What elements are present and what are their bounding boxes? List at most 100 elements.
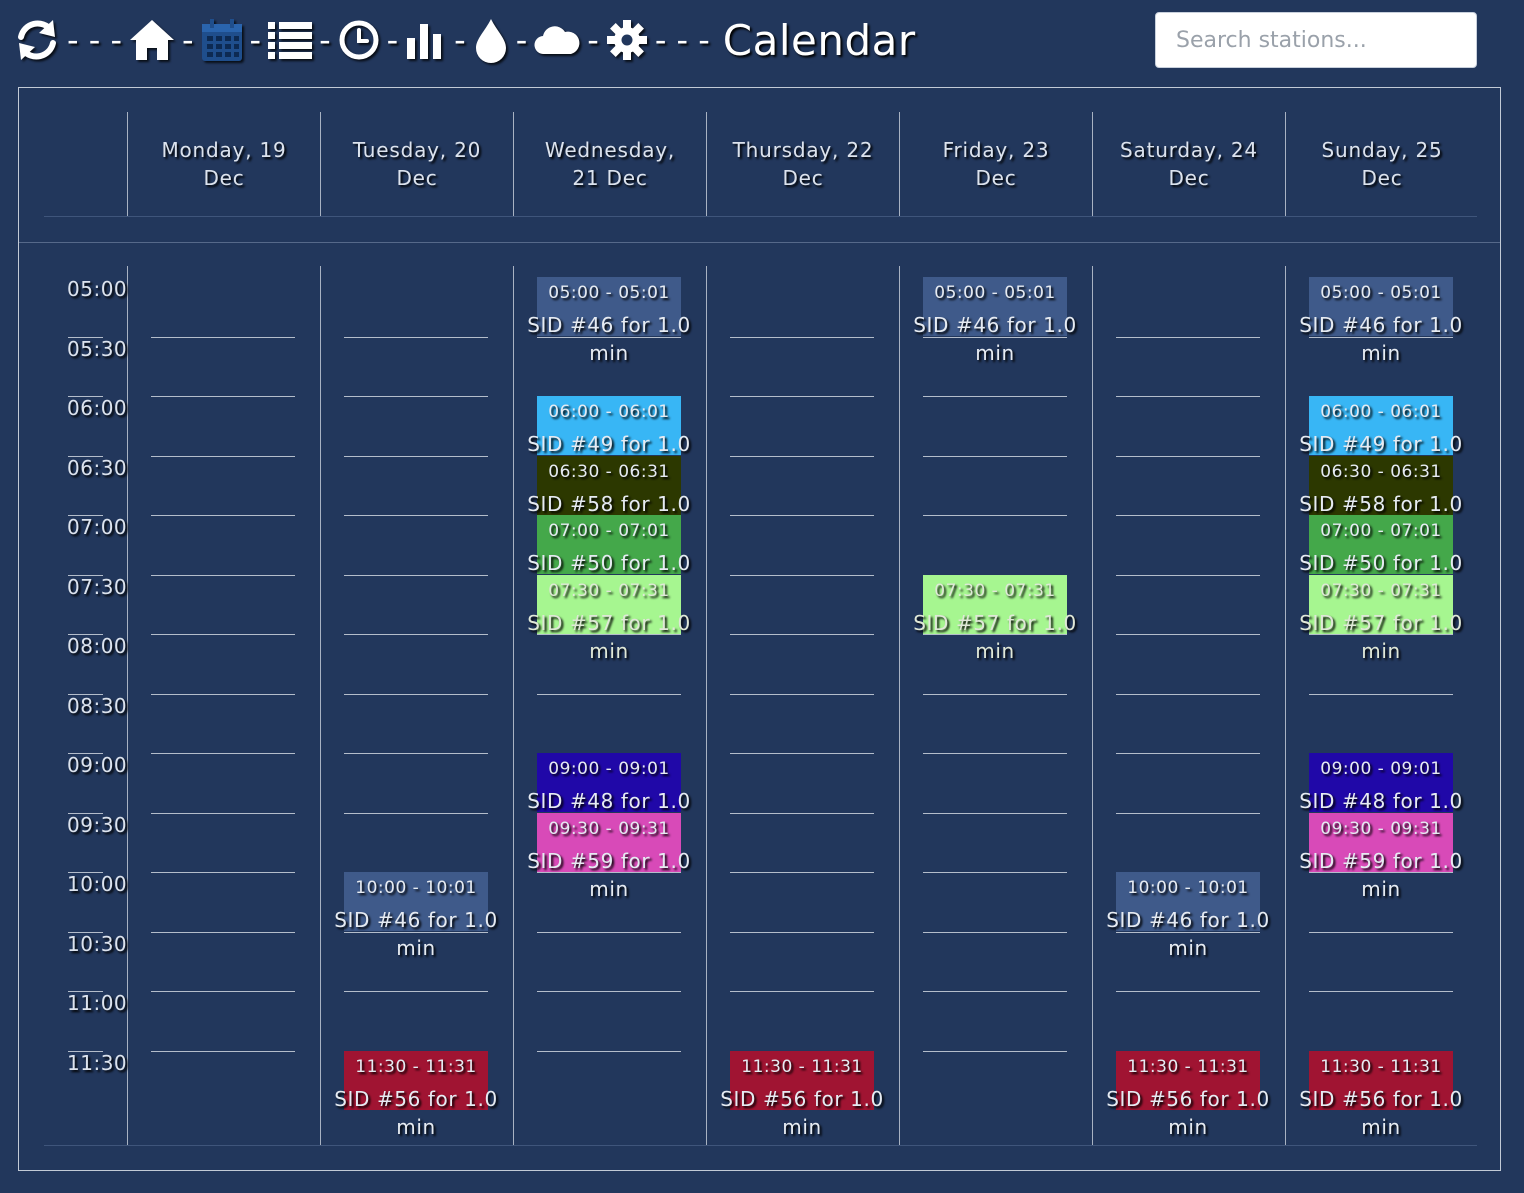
- event-time: 05:00 - 05:01: [934, 283, 1056, 303]
- time-tick: [68, 872, 103, 873]
- time-label: 10:30: [67, 931, 128, 956]
- calendar-event[interactable]: 07:30 - 07:31 SID #57 for 1.0 min: [1299, 575, 1462, 663]
- time-slot-line: [730, 456, 874, 457]
- time-grid: 05:00 05:30 06:00 06:30 07:00 07:30 08:00 08:30…: [19, 242, 1500, 1170]
- day-column-divider: [1092, 266, 1093, 1146]
- calendar-event[interactable]: 06:00 - 06:01SID #49 for 1.0 min: [527, 396, 690, 484]
- calendar-event[interactable]: 11:30 - 11:31 SID #56 for 1.0 min: [720, 1051, 883, 1139]
- time-slot-line: [923, 872, 1067, 873]
- time-label: 08:00: [67, 634, 128, 658]
- time-slot-line: [344, 337, 488, 338]
- time-slot-line: [344, 991, 488, 992]
- bar-chart-icon[interactable]: [405, 20, 447, 60]
- day-header-sat: Saturday, 24 Dec: [1092, 112, 1285, 216]
- nav-separator: -: [587, 21, 599, 59]
- gear-icon[interactable]: [606, 19, 648, 61]
- calendar-event[interactable]: 09:00 - 09:01SID #48 for 1.0 min: [527, 753, 690, 841]
- clock-icon[interactable]: [338, 19, 380, 61]
- time-slot-line: [344, 753, 488, 754]
- calendar-event[interactable]: 05:00 - 05:01 SID #46 for 1.0 min: [527, 277, 690, 365]
- calendar-event[interactable]: 10:00 - 10:01 SID #46 for 1.0 min: [334, 872, 497, 960]
- time-slot-line: [537, 694, 681, 695]
- time-label: 05:00: [67, 277, 128, 301]
- calendar-event[interactable]: 09:30 - 09:31 SID #59 for 1.0 min: [527, 813, 690, 901]
- time-slot-line: [151, 991, 295, 992]
- time-slot-line: [1309, 991, 1453, 992]
- nav-separator: -: [454, 21, 466, 59]
- time-slot-line: [1116, 515, 1260, 516]
- time-label: 10:00: [67, 872, 128, 896]
- time-label: 09:30: [67, 812, 128, 837]
- event-time: 09:30 - 09:31: [1320, 819, 1442, 839]
- time-label: 07:30: [67, 574, 128, 599]
- time-slot-line: [730, 634, 874, 635]
- home-icon[interactable]: [129, 18, 175, 62]
- calendar-header: Monday, 19 Dec Tuesday, 20 Dec Wednesday…: [19, 88, 1500, 243]
- event-title: SID #46 for 1.0 min: [913, 313, 1077, 365]
- calendar-event[interactable]: 06:30 - 06:31SID #58 for 1.0 min: [1299, 456, 1462, 544]
- event-time: 06:30 - 06:31: [548, 462, 670, 482]
- page-title: Calendar: [722, 15, 916, 65]
- time-slot-line: [730, 575, 874, 576]
- calendar-icon[interactable]: [201, 18, 243, 62]
- cloud-icon[interactable]: [534, 24, 580, 56]
- calendar-event[interactable]: 11:30 - 11:31 SID #56 for 1.0 min: [334, 1051, 497, 1139]
- day-header-wed: Wednesday, 21 Dec: [513, 112, 706, 216]
- event-time: 11:30 - 11:31: [1320, 1057, 1442, 1077]
- time-slot-line: [923, 813, 1067, 814]
- water-drop-icon[interactable]: [473, 17, 509, 63]
- nav-separator: -: [319, 21, 331, 59]
- time-slot-line: [151, 515, 295, 516]
- time-slot-line: [1116, 337, 1260, 338]
- list-icon[interactable]: [268, 20, 313, 60]
- time-slot-line: [730, 515, 874, 516]
- header-divider: [44, 216, 1477, 217]
- event-time: 11:30 - 11:31: [355, 1057, 477, 1077]
- calendar-event[interactable]: 07:30 - 07:31 SID #57 for 1.0 min: [913, 575, 1076, 663]
- time-slot-line: [344, 813, 488, 814]
- calendar-event[interactable]: 05:00 - 05:01 SID #46 for 1.0 min: [1299, 277, 1462, 365]
- time-label: 11:30: [67, 1050, 128, 1075]
- event-time: 07:30 - 07:31: [548, 581, 670, 601]
- refresh-icon[interactable]: [14, 17, 60, 63]
- top-nav: - - - - - - - - - - - - - Calendar: [14, 10, 916, 70]
- time-slot-line: [344, 396, 488, 397]
- time-tick: [68, 693, 103, 695]
- day-header-thu: Thursday, 22 Dec: [706, 112, 899, 216]
- time-slot-line: [730, 396, 874, 397]
- day-header-fri: Friday, 23 Dec: [899, 112, 1092, 216]
- time-slot-line: [151, 634, 295, 635]
- calendar-event[interactable]: 10:00 - 10:01 SID #46 for 1.0 min: [1106, 872, 1269, 960]
- day-header-label: Wednesday, 21 Dec: [544, 138, 676, 190]
- time-tick: [68, 515, 103, 516]
- calendar-event[interactable]: 09:30 - 09:31 SID #59 for 1.0 min: [1299, 813, 1462, 901]
- calendar-event[interactable]: 05:00 - 05:01 SID #46 for 1.0 min: [913, 277, 1076, 365]
- event-time: 11:30 - 11:31: [741, 1057, 863, 1077]
- calendar-event[interactable]: 07:00 - 07:01SID #50 for 1.0 min: [527, 515, 690, 603]
- event-time: 05:00 - 05:01: [548, 283, 670, 303]
- nav-separator: -: [515, 21, 528, 59]
- time-slot-line: [923, 991, 1067, 992]
- event-time: 05:00 - 05:01: [1320, 283, 1442, 303]
- day-header-tue: Tuesday, 20 Dec: [320, 112, 513, 216]
- time-tick: [68, 574, 103, 576]
- day-header-label: Friday, 23 Dec: [942, 138, 1050, 190]
- calendar-event[interactable]: 07:00 - 07:01SID #50 for 1.0 min: [1299, 515, 1462, 603]
- time-tick: [68, 455, 103, 457]
- time-slot-line: [537, 1051, 681, 1052]
- calendar-event[interactable]: 11:30 - 11:31 SID #56 for 1.0 min: [1106, 1051, 1269, 1139]
- search-input[interactable]: [1155, 12, 1477, 68]
- time-slot-line: [537, 932, 681, 933]
- time-slot-line: [151, 753, 295, 754]
- calendar-event[interactable]: 06:00 - 06:01SID #49 for 1.0 min: [1299, 396, 1462, 484]
- time-tick: [68, 931, 103, 933]
- calendar-event[interactable]: 09:00 - 09:01SID #48 for 1.0 min: [1299, 753, 1462, 841]
- calendar-event[interactable]: 06:30 - 06:31SID #58 for 1.0 min: [527, 456, 690, 544]
- nav-separator: - - -: [67, 21, 122, 59]
- time-slot-line: [923, 932, 1067, 933]
- time-slot-line: [730, 932, 874, 933]
- calendar-event[interactable]: 07:30 - 07:31 SID #57 for 1.0 min: [527, 575, 690, 663]
- calendar-event[interactable]: 11:30 - 11:31 SID #56 for 1.0 min: [1299, 1051, 1462, 1139]
- event-time: 06:00 - 06:01: [1320, 402, 1442, 422]
- event-title: SID #56 for 1.0 min: [720, 1087, 884, 1139]
